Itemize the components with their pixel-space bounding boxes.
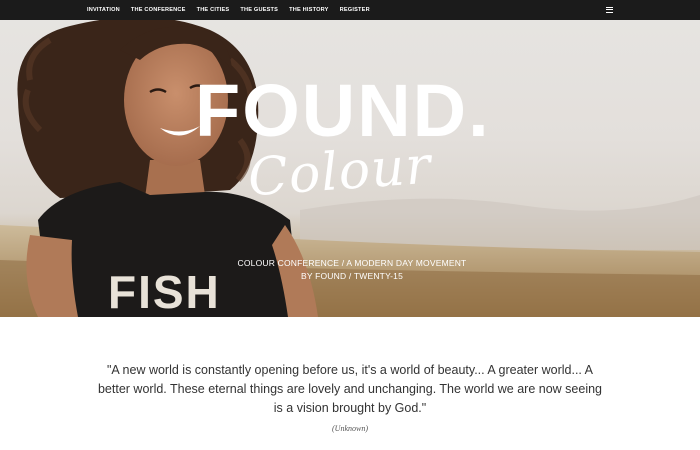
hero-banner: FISH FOUND. Colour COLOUR CONFERENCE / A… bbox=[0, 20, 700, 317]
nav-link-the-history[interactable]: THE HISTORY bbox=[289, 7, 329, 13]
hamburger-menu-icon[interactable] bbox=[605, 5, 614, 14]
nav-link-invitation[interactable]: INVITATION bbox=[87, 7, 120, 13]
shirt-print-text: FISH bbox=[108, 266, 221, 317]
quote-author: (Unknown) bbox=[332, 424, 368, 433]
nav-link-the-conference[interactable]: THE CONFERENCE bbox=[131, 7, 186, 13]
nav-link-register[interactable]: REGISTER bbox=[340, 7, 370, 13]
top-navigation: INVITATION THE CONFERENCE THE CITIES THE… bbox=[0, 0, 700, 20]
nav-links: INVITATION THE CONFERENCE THE CITIES THE… bbox=[87, 0, 381, 20]
nav-link-the-cities[interactable]: THE CITIES bbox=[197, 7, 230, 13]
hero-title: FOUND. bbox=[195, 69, 491, 152]
nav-link-the-guests[interactable]: THE GUESTS bbox=[240, 7, 278, 13]
quote-text: "A new world is constantly opening befor… bbox=[97, 363, 602, 415]
hero-script-title: Colour bbox=[246, 135, 434, 209]
hero-subtitle: COLOUR CONFERENCE / A MODERN DAY MOVEMEN… bbox=[232, 257, 472, 283]
hero-subtitle-line-2: BY FOUND / TWENTY-15 bbox=[300, 271, 404, 281]
hero-subtitle-line-1: COLOUR CONFERENCE / A MODERN DAY MOVEMEN… bbox=[237, 258, 467, 268]
